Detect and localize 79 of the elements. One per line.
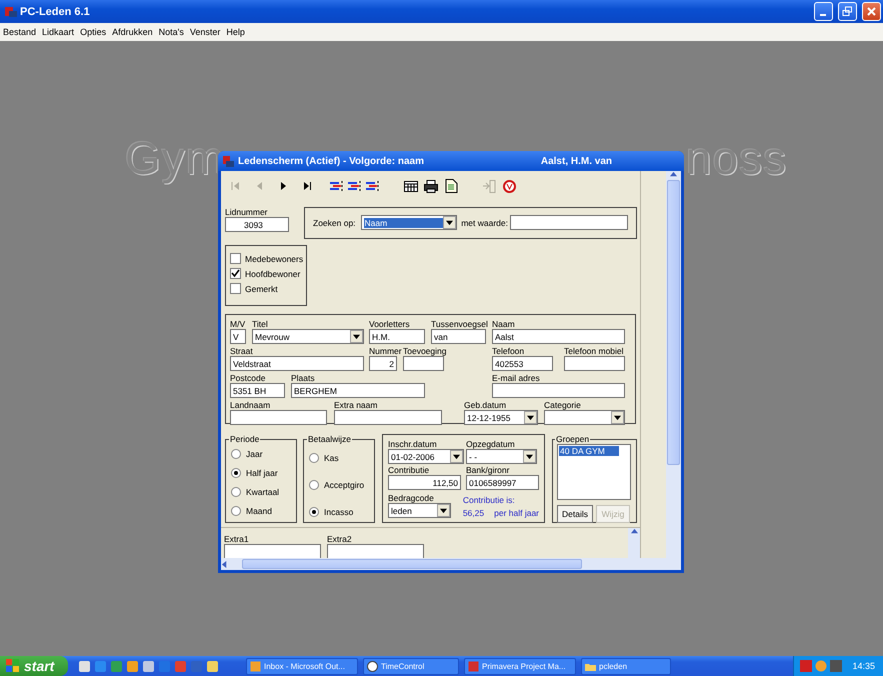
menu-item[interactable]: Bestand (3, 26, 36, 36)
radio-label: Incasso (324, 506, 354, 516)
field-label: Straat (230, 346, 253, 356)
menu-item[interactable]: Opties (80, 26, 106, 36)
field-label: Bedragcode (388, 493, 434, 503)
input-field[interactable]: 5351 BH (230, 383, 285, 398)
radio-label: Kas (324, 452, 339, 462)
checkbox-label: Medebewoners (245, 254, 304, 264)
taskbar-button[interactable]: TimeControl (363, 658, 459, 674)
app-title-bar: PC-Leden 6.1 (0, 0, 883, 23)
input-field[interactable]: 402553 (492, 356, 553, 371)
radio-label: Maand (246, 506, 272, 516)
taskbar-button[interactable]: pcleden (581, 658, 671, 674)
field-label: Toevoeging (403, 346, 446, 356)
input-field[interactable]: Aalst (492, 329, 625, 344)
input-field[interactable]: Veldstraat (230, 356, 364, 371)
radio-label: Kwartaal (246, 486, 280, 496)
taskbar-button[interactable]: Primavera Project Ma... (464, 658, 576, 674)
clock: 14:35 (852, 661, 875, 671)
input-field[interactable]: V (230, 329, 246, 344)
dropdown[interactable]: leden (388, 503, 451, 518)
menu-item[interactable]: Help (226, 26, 245, 36)
group-title: Groepen (555, 434, 590, 444)
dropdown[interactable]: Naam (360, 215, 458, 230)
field-label: Landnaam (230, 400, 270, 410)
contribution-note: Contributie is: (462, 495, 516, 505)
background-title: noss (686, 131, 788, 185)
field-label: Extra2 (327, 534, 352, 544)
checkbox-label: Hoofdbewoner (245, 268, 300, 278)
field-label: met waarde: (461, 218, 508, 228)
field-label: Tussenvoegsel (431, 319, 488, 329)
field-label: Opzegdatum (466, 439, 515, 449)
field-label: Inschr.datum (388, 439, 437, 449)
field-label: Plaats (291, 373, 315, 383)
field-label: Titel (252, 319, 268, 329)
field-label: Extra1 (224, 534, 249, 544)
field-label: Bank/gironr (466, 465, 510, 475)
field-label: M/V (230, 319, 246, 329)
input-field[interactable]: 2 (369, 356, 397, 371)
field-label: Naam (492, 319, 515, 329)
group-title: Betaalwijze (307, 434, 352, 444)
field-label: Voorletters (369, 319, 410, 329)
input-field[interactable]: 112,50 (388, 475, 461, 490)
contribution-amount: 56,25 (462, 508, 484, 518)
group-title: Periode (229, 434, 260, 444)
selected-text: Naam (364, 218, 444, 228)
dropdown[interactable]: Mevrouw (252, 329, 364, 344)
menu-item[interactable]: Lidkaart (42, 26, 74, 36)
field-label: Zoeken op: (313, 218, 356, 228)
checkbox-label: Gemerkt (245, 284, 278, 294)
contribution-period: per half jaar (494, 508, 539, 518)
menu-item[interactable]: Venster (190, 26, 220, 36)
field-label: Nummer (369, 346, 402, 356)
list-item[interactable]: 40 DA GYM (559, 446, 619, 456)
dropdown[interactable]: - - (466, 449, 537, 464)
radio-label: Half jaar (246, 468, 278, 478)
field-label: Contributie (388, 465, 430, 475)
radio-label: Acceptgiro (324, 480, 364, 490)
taskbar-button[interactable]: Inbox - Microsoft Out... (246, 658, 358, 674)
input-field[interactable]: van (431, 329, 486, 344)
field-label: Geb.datum (464, 400, 506, 410)
input-field[interactable]: 0106589997 (466, 475, 539, 490)
group-button[interactable]: Details (557, 505, 593, 523)
field-label: E-mail adres (492, 373, 540, 383)
radio-label: Jaar (246, 448, 263, 458)
dropdown[interactable]: 01-02-2006 (388, 449, 464, 464)
field-label: Postcode (230, 373, 266, 383)
input-field[interactable]: BERGHEM (291, 383, 425, 398)
menu-item[interactable]: Nota's (158, 26, 184, 36)
window-title-bar: Ledenscherm (Actief) - Volgorde: naam Aalst, H.M. van (218, 151, 684, 171)
field-label: Lidnummer (225, 207, 268, 217)
dropdown[interactable]: 12-12-1955 (464, 410, 538, 425)
field-label: Telefoon (492, 346, 524, 356)
field-label: Telefoon mobiel (564, 346, 624, 356)
input-field[interactable]: H.M. (369, 329, 425, 344)
field-label: Categorie (544, 400, 581, 410)
menu-item[interactable]: Afdrukken (112, 26, 153, 36)
input-field[interactable]: 3093 (225, 217, 289, 232)
field-label: Extra naam (334, 400, 378, 410)
